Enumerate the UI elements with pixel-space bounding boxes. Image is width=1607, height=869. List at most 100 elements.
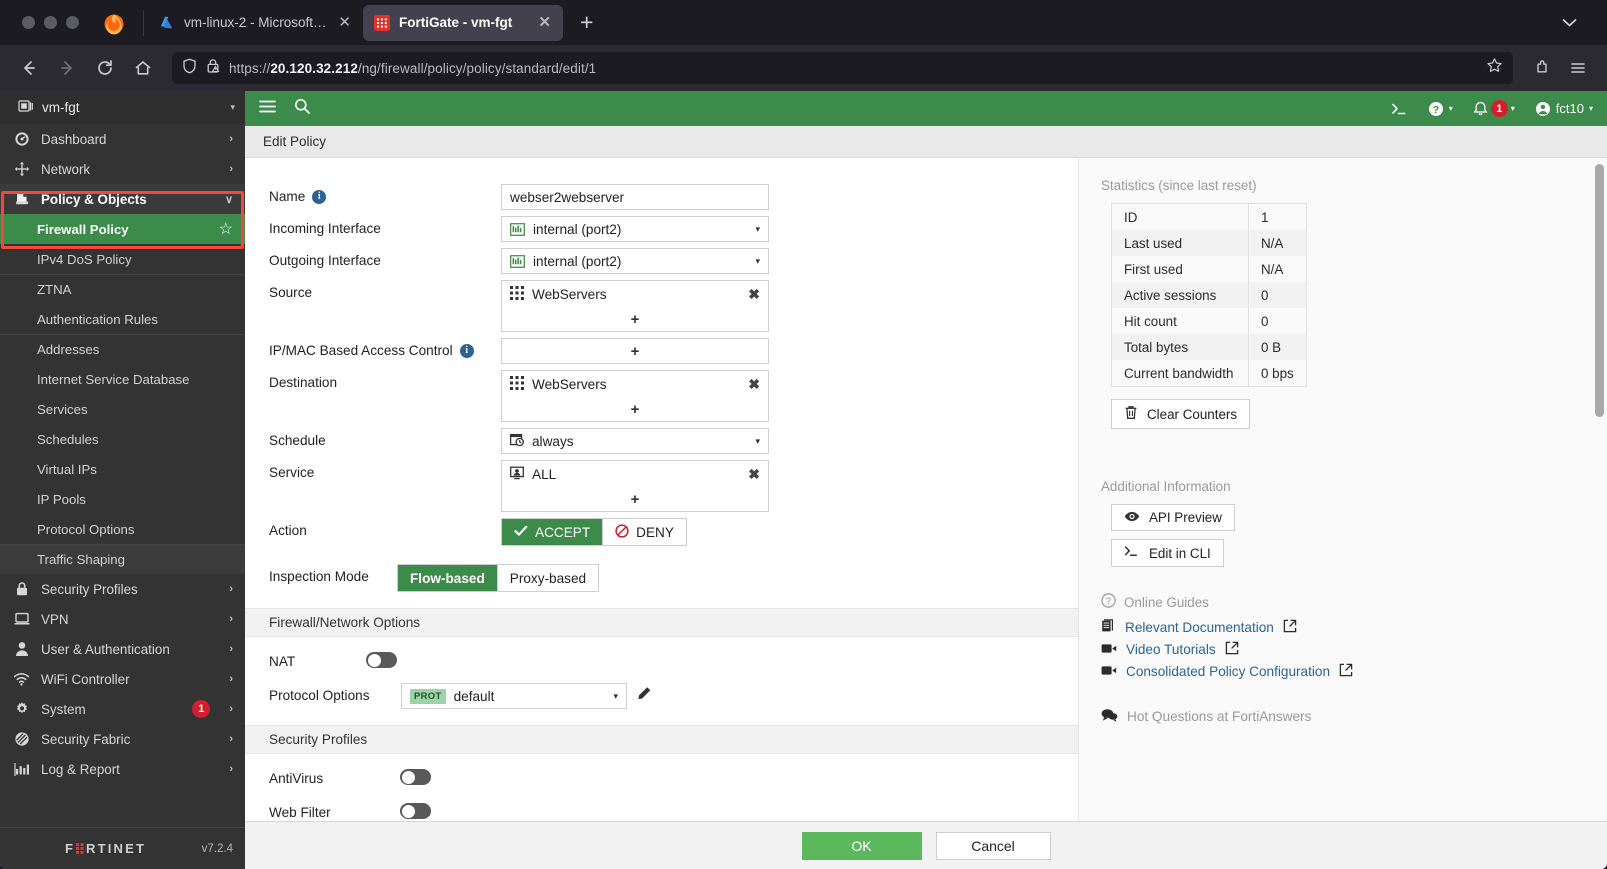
browser-tab-fortigate[interactable]: FortiGate - vm-fgt ✕	[363, 4, 563, 41]
user-menu[interactable]: fct10 ▾	[1535, 101, 1593, 117]
window-controls[interactable]	[8, 16, 89, 29]
add-destination-button[interactable]: +	[502, 397, 768, 421]
content-scrollbar-thumb[interactable]	[1595, 164, 1604, 417]
policy-info-panel: Statistics (since last reset) ID 1 Last …	[1079, 158, 1607, 821]
alerts-menu[interactable]: 1 ▾	[1473, 100, 1515, 117]
sidebar-item-policy-and-objects[interactable]: Policy & Objects ∨	[0, 184, 245, 214]
chevron-down-icon[interactable]: ▾	[230, 102, 235, 113]
sidebar-item-services[interactable]: Services	[0, 394, 245, 424]
sidebar-item-network[interactable]: Network ›	[0, 154, 245, 184]
guide-link-label[interactable]: Video Tutorials	[1126, 642, 1216, 657]
schedule-select[interactable]: always ▾	[501, 428, 769, 454]
sidebar-item-firewall-policy[interactable]: Firewall Policy ☆	[0, 214, 245, 244]
field-label: Protocol Options	[269, 688, 370, 703]
info-icon[interactable]: i	[312, 189, 327, 204]
destination-multiselect[interactable]: WebServers ✖ +	[501, 370, 769, 422]
sidebar-item-log-and-report[interactable]: Log & Report ›	[0, 754, 245, 784]
nat-toggle[interactable]	[366, 652, 397, 668]
sidebar-item-ipv4-dos-policy[interactable]: IPv4 DoS Policy	[0, 244, 245, 274]
sidebar-item-internet-service-database[interactable]: Internet Service Database	[0, 364, 245, 394]
sidebar-item-system[interactable]: System 1 ›	[0, 694, 245, 724]
address-bar[interactable]: https://20.120.32.212/ng/firewall/policy…	[172, 52, 1513, 84]
guide-link-video-tutorials[interactable]: Video Tutorials	[1101, 641, 1607, 658]
info-icon[interactable]: i	[459, 343, 474, 358]
forward-button[interactable]	[50, 51, 84, 85]
back-button[interactable]	[12, 51, 46, 85]
name-input[interactable]: webser2webserver	[501, 184, 769, 210]
ok-button[interactable]: OK	[801, 831, 922, 860]
sidebar-item-schedules[interactable]: Schedules	[0, 424, 245, 454]
sidebar-item-user-and-authentication[interactable]: User & Authentication ›	[0, 634, 245, 664]
sidebar-item-dashboard[interactable]: Dashboard ›	[0, 124, 245, 154]
sidebar-item-wifi-controller[interactable]: WiFi Controller ›	[0, 664, 245, 694]
sidebar-item-authentication-rules[interactable]: Authentication Rules	[0, 304, 245, 334]
home-button[interactable]	[126, 51, 160, 85]
add-service-button[interactable]: +	[502, 487, 768, 511]
incoming-interface-select[interactable]: internal (port2) ▾	[501, 216, 769, 242]
inspection-mode-toggle-group: Flow-based Proxy-based	[397, 564, 600, 592]
pencil-icon[interactable]	[637, 686, 652, 706]
close-tab-button[interactable]: ✕	[336, 15, 353, 30]
action-accept-button[interactable]: ACCEPT	[502, 519, 604, 545]
lock-warning-icon[interactable]	[206, 58, 220, 79]
sidebar-item-security-fabric[interactable]: Security Fabric ›	[0, 724, 245, 754]
remove-entry-icon[interactable]: ✖	[748, 466, 760, 483]
maximize-window-button[interactable]	[66, 16, 79, 29]
hot-questions-link[interactable]: Hot Questions at FortiAnswers	[1101, 708, 1607, 725]
shield-icon[interactable]	[182, 58, 197, 79]
antivirus-toggle[interactable]	[400, 769, 431, 785]
interface-icon	[510, 222, 525, 236]
sidebar-item-vpn[interactable]: VPN ›	[0, 604, 245, 634]
device-selector[interactable]: vm-fgt ▾	[0, 91, 245, 124]
stat-key: Hit count	[1111, 308, 1249, 334]
inspection-mode-flow-based-button[interactable]: Flow-based	[398, 565, 498, 591]
remove-entry-icon[interactable]: ✖	[748, 286, 760, 303]
search-icon[interactable]	[294, 98, 310, 119]
sidebar-item-protocol-options[interactable]: Protocol Options	[0, 514, 245, 544]
web-filter-toggle[interactable]	[400, 803, 431, 819]
cancel-button[interactable]: Cancel	[935, 831, 1051, 860]
extensions-icon[interactable]	[1525, 51, 1559, 85]
outgoing-interface-select[interactable]: internal (port2) ▾	[501, 248, 769, 274]
inspection-mode-proxy-based-button[interactable]: Proxy-based	[497, 565, 599, 591]
sidebar-item-ip-pools[interactable]: IP Pools	[0, 484, 245, 514]
chevron-down-icon[interactable]	[1562, 14, 1599, 31]
api-preview-button[interactable]: API Preview	[1111, 504, 1235, 531]
sidebar-item-virtual-ips[interactable]: Virtual IPs	[0, 454, 245, 484]
source-multiselect[interactable]: WebServers ✖ +	[501, 280, 769, 332]
sidebar-item-traffic-shaping[interactable]: Traffic Shaping	[0, 544, 245, 574]
reload-button[interactable]	[88, 51, 122, 85]
sidebar-item-security-profiles[interactable]: Security Profiles ›	[0, 574, 245, 604]
new-tab-button[interactable]: +	[567, 11, 606, 34]
minimize-window-button[interactable]	[44, 16, 57, 29]
add-source-button[interactable]: +	[502, 307, 768, 331]
action-deny-button[interactable]: DENY	[603, 519, 686, 545]
clear-counters-button[interactable]: Clear Counters	[1111, 399, 1251, 429]
list-item[interactable]: WebServers ✖	[502, 281, 768, 307]
edit-in-cli-button[interactable]: Edit in CLI	[1111, 539, 1224, 567]
device-name: vm-fgt	[42, 100, 80, 115]
service-multiselect[interactable]: ALL ✖ +	[501, 460, 769, 512]
field-label: Schedule	[269, 433, 326, 448]
guide-link-label[interactable]: Relevant Documentation	[1125, 620, 1274, 635]
list-item[interactable]: ALL ✖	[502, 461, 768, 487]
guide-link-relevant-documentation[interactable]: Relevant Documentation	[1101, 619, 1607, 636]
hamburger-icon[interactable]	[259, 100, 276, 118]
guide-link-label[interactable]: Consolidated Policy Configuration	[1126, 664, 1330, 679]
hamburger-menu-icon[interactable]	[1561, 51, 1595, 85]
protocol-options-select[interactable]: PROT default ▾	[401, 683, 627, 709]
help-menu[interactable]: ? ▾	[1428, 101, 1453, 117]
sidebar-item-ztna[interactable]: ZTNA	[0, 274, 245, 304]
cli-terminal-icon[interactable]	[1391, 102, 1408, 116]
close-window-button[interactable]	[22, 16, 35, 29]
content-scrollbar-track[interactable]	[1592, 158, 1607, 821]
close-tab-button[interactable]: ✕	[536, 15, 553, 30]
browser-tab-azure[interactable]: vm-linux-2 - Microsoft Azure ✕	[148, 5, 363, 41]
guide-link-consolidated-policy-configuration[interactable]: Consolidated Policy Configuration	[1101, 663, 1607, 680]
add-ipmac-button[interactable]: +	[501, 338, 769, 364]
remove-entry-icon[interactable]: ✖	[748, 376, 760, 393]
star-icon[interactable]	[1486, 57, 1503, 79]
list-item[interactable]: WebServers ✖	[502, 371, 768, 397]
favorite-star-icon[interactable]: ☆	[219, 219, 233, 239]
sidebar-item-addresses[interactable]: Addresses	[0, 334, 245, 364]
